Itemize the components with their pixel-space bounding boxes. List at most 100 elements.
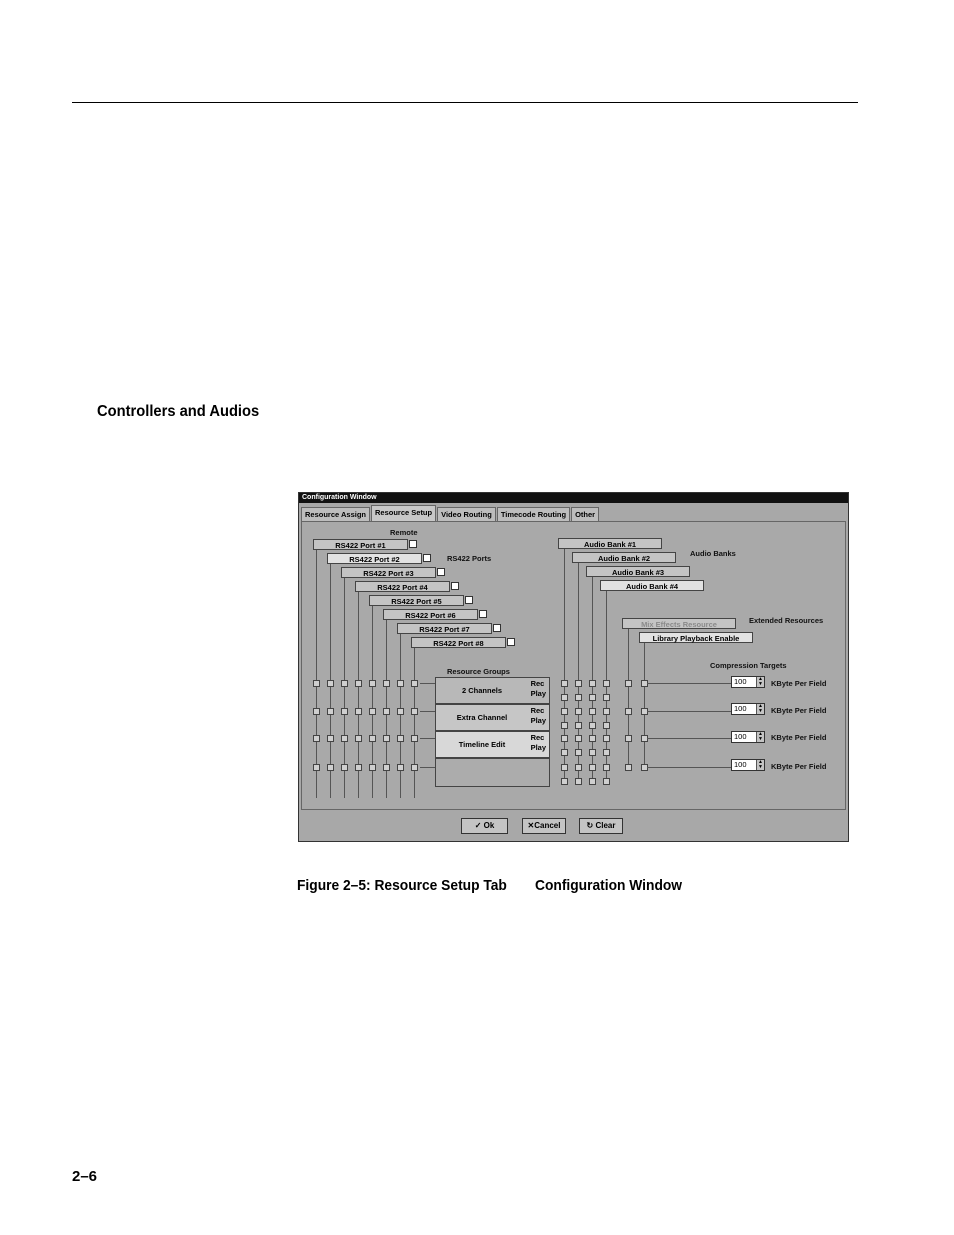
rs422-port-3[interactable]: RS422 Port #3 [341,567,436,578]
routing-node[interactable] [397,764,404,771]
library-playback-enable[interactable]: Library Playback Enable [639,632,753,643]
mix-effects-resource[interactable]: Mix Effects Resource [622,618,736,629]
routing-node[interactable] [327,680,334,687]
rs422-port-8[interactable]: RS422 Port #8 [411,637,506,648]
compression-target-1[interactable]: 100 ▲ ▼ [731,676,765,688]
routing-node[interactable] [625,708,632,715]
routing-node[interactable] [575,722,582,729]
ok-button[interactable]: ✓ Ok [461,818,508,834]
remote-checkbox-8[interactable] [507,638,515,646]
routing-node[interactable] [327,764,334,771]
compression-target-4[interactable]: 100 ▲ ▼ [731,759,765,771]
audio-bank-2[interactable]: Audio Bank #2 [572,552,676,563]
routing-node[interactable] [575,764,582,771]
routing-node[interactable] [369,764,376,771]
routing-node[interactable] [589,778,596,785]
routing-node[interactable] [561,680,568,687]
clear-button[interactable]: ↻ Clear [579,818,623,834]
cancel-button[interactable]: ✕Cancel [522,818,566,834]
remote-checkbox-1[interactable] [409,540,417,548]
routing-node[interactable] [341,708,348,715]
rs422-port-4[interactable]: RS422 Port #4 [355,581,450,592]
routing-node[interactable] [603,694,610,701]
remote-checkbox-3[interactable] [437,568,445,576]
routing-node[interactable] [575,749,582,756]
routing-node[interactable] [369,708,376,715]
tab-resource-assign[interactable]: Resource Assign [301,507,370,521]
compression-target-3[interactable]: 100 ▲ ▼ [731,731,765,743]
tab-video-routing[interactable]: Video Routing [437,507,496,521]
routing-node[interactable] [589,722,596,729]
routing-node[interactable] [561,778,568,785]
routing-node[interactable] [327,735,334,742]
routing-node[interactable] [561,722,568,729]
routing-node[interactable] [411,735,418,742]
routing-node[interactable] [397,708,404,715]
routing-node[interactable] [355,708,362,715]
routing-node[interactable] [383,708,390,715]
routing-node[interactable] [313,735,320,742]
routing-node[interactable] [355,735,362,742]
routing-node[interactable] [369,680,376,687]
audio-bank-3[interactable]: Audio Bank #3 [586,566,690,577]
routing-node[interactable] [561,708,568,715]
rs422-port-7[interactable]: RS422 Port #7 [397,623,492,634]
remote-checkbox-7[interactable] [493,624,501,632]
audio-bank-1[interactable]: Audio Bank #1 [558,538,662,549]
routing-node[interactable] [369,735,376,742]
routing-node[interactable] [625,680,632,687]
routing-node[interactable] [603,764,610,771]
routing-node[interactable] [625,764,632,771]
routing-node[interactable] [589,735,596,742]
routing-node[interactable] [625,735,632,742]
routing-node[interactable] [341,735,348,742]
resource-group-empty[interactable] [435,758,550,787]
spin-arrows-icon[interactable]: ▲ ▼ [756,677,764,687]
routing-node[interactable] [589,749,596,756]
routing-node[interactable] [341,764,348,771]
routing-node[interactable] [383,735,390,742]
tab-timecode-routing[interactable]: Timecode Routing [496,507,571,521]
routing-node[interactable] [561,694,568,701]
routing-node[interactable] [561,749,568,756]
routing-node[interactable] [383,680,390,687]
spin-arrows-icon[interactable]: ▲ ▼ [756,760,764,770]
routing-node[interactable] [397,735,404,742]
routing-node[interactable] [603,680,610,687]
routing-node[interactable] [313,680,320,687]
rs422-port-1[interactable]: RS422 Port #1 [313,539,408,550]
remote-checkbox-2[interactable] [423,554,431,562]
routing-node[interactable] [397,680,404,687]
routing-node[interactable] [575,694,582,701]
routing-node[interactable] [383,764,390,771]
routing-node[interactable] [603,722,610,729]
rs422-port-6[interactable]: RS422 Port #6 [383,609,478,620]
rs422-port-5[interactable]: RS422 Port #5 [369,595,464,606]
audio-bank-4[interactable]: Audio Bank #4 [600,580,704,591]
tab-resource-setup[interactable]: Resource Setup [371,505,437,521]
spin-arrows-icon[interactable]: ▲ ▼ [756,704,764,714]
spin-arrows-icon[interactable]: ▲ ▼ [756,732,764,742]
routing-node[interactable] [603,735,610,742]
resource-group-3[interactable]: Timeline Edit Rec Play [435,731,550,758]
routing-node[interactable] [575,708,582,715]
routing-node[interactable] [575,778,582,785]
resource-group-1[interactable]: 2 Channels Rec Play [435,677,550,704]
remote-checkbox-6[interactable] [479,610,487,618]
routing-node[interactable] [355,764,362,771]
routing-node[interactable] [603,749,610,756]
routing-node[interactable] [411,680,418,687]
routing-node[interactable] [561,735,568,742]
routing-node[interactable] [589,764,596,771]
routing-node[interactable] [575,680,582,687]
routing-node[interactable] [603,708,610,715]
compression-target-2[interactable]: 100 ▲ ▼ [731,703,765,715]
resource-group-2[interactable]: Extra Channel Rec Play [435,704,550,731]
routing-node[interactable] [589,708,596,715]
routing-node[interactable] [313,764,320,771]
rs422-port-2[interactable]: RS422 Port #2 [327,553,422,564]
routing-node[interactable] [411,708,418,715]
routing-node[interactable] [411,764,418,771]
routing-node[interactable] [589,680,596,687]
routing-node[interactable] [589,694,596,701]
